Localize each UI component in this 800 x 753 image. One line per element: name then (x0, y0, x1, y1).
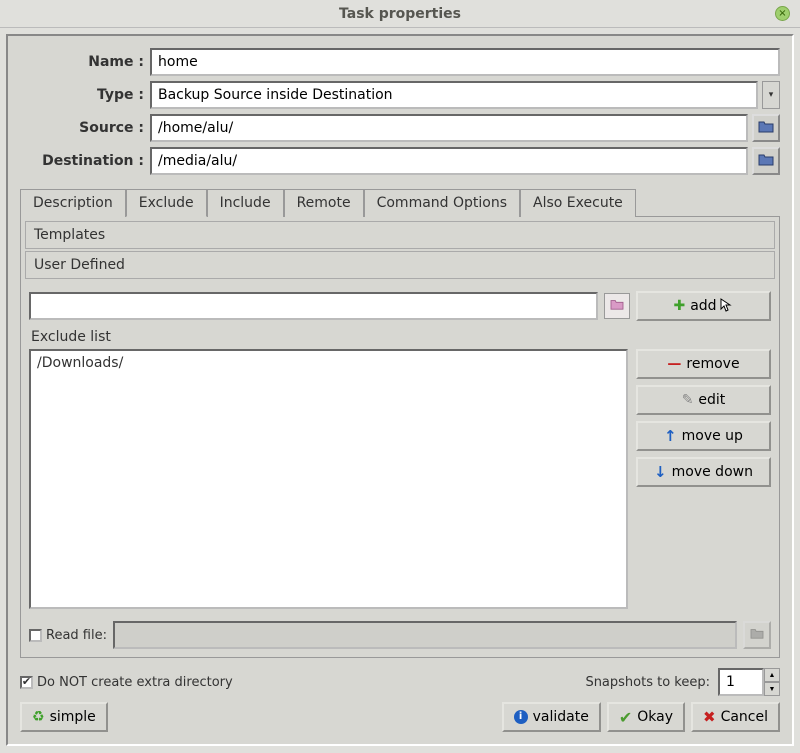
spin-up-icon[interactable]: ▲ (764, 668, 780, 682)
destination-input[interactable] (150, 147, 748, 175)
list-side-buttons: — remove ✎ edit ↑ move up ↓ move down (636, 327, 771, 609)
dialog-footer: ♻ simple i validate ✔ Okay ✖ Cancel (20, 702, 780, 732)
chevron-down-icon[interactable]: ▾ (762, 81, 780, 109)
no-extra-dir-checkbox[interactable]: ✔ Do NOT create extra directory (20, 675, 233, 690)
cursor-icon (720, 298, 732, 316)
remove-button-label: remove (686, 356, 739, 372)
remove-button[interactable]: — remove (636, 349, 771, 379)
tab-command-options[interactable]: Command Options (364, 189, 520, 217)
name-label: Name : (20, 54, 150, 70)
source-label: Source : (20, 120, 150, 136)
tab-exclude[interactable]: Exclude (126, 189, 207, 217)
row-destination: Destination : (20, 147, 780, 175)
spin-down-icon[interactable]: ▼ (764, 682, 780, 696)
tab-remote[interactable]: Remote (284, 189, 364, 217)
cancel-label: Cancel (721, 709, 768, 725)
snapshots-stepper[interactable]: ▲ ▼ (718, 668, 780, 696)
browse-destination-button[interactable] (752, 147, 780, 175)
options-row: ✔ Do NOT create extra directory Snapshot… (20, 668, 780, 696)
move-up-button[interactable]: ↑ move up (636, 421, 771, 451)
add-pattern-row: ✚ add (29, 291, 771, 321)
read-file-checkbox[interactable]: Read file: (29, 628, 107, 643)
user-defined-header[interactable]: User Defined (25, 251, 775, 279)
exclude-listbox[interactable]: /Downloads/ (29, 349, 628, 609)
validate-label: validate (533, 709, 589, 725)
plus-icon: ✚ (673, 298, 685, 314)
tab-strip: Description Exclude Include Remote Comma… (20, 188, 780, 216)
tab-also-execute[interactable]: Also Execute (520, 189, 636, 217)
cancel-button[interactable]: ✖ Cancel (691, 702, 780, 732)
tab-description[interactable]: Description (20, 189, 126, 217)
folder-icon (610, 298, 624, 314)
browse-source-button[interactable] (752, 114, 780, 142)
tab-panel-exclude: Templates User Defined ✚ add Exclude lis… (20, 216, 780, 658)
snapshots-input[interactable] (718, 668, 764, 696)
folder-icon (758, 152, 774, 170)
titlebar: Task properties × (0, 0, 800, 28)
source-input[interactable] (150, 114, 748, 142)
check-icon: ✔ (619, 708, 632, 727)
templates-header[interactable]: Templates (25, 221, 775, 249)
folder-icon (750, 627, 764, 643)
edit-button-label: edit (698, 392, 725, 408)
move-up-label: move up (682, 428, 743, 444)
checkbox-box-icon (29, 629, 42, 642)
snapshots-label: Snapshots to keep: (585, 675, 710, 690)
window-title: Task properties (339, 6, 461, 22)
checkbox-box-icon: ✔ (20, 676, 33, 689)
recycle-icon: ♻ (32, 709, 45, 725)
browse-read-file-button (743, 621, 771, 649)
simple-button[interactable]: ♻ simple (20, 702, 108, 732)
minus-icon: — (667, 356, 681, 372)
dialog-body: Name : Type : ▾ Source : Destination : (6, 34, 794, 746)
edit-button[interactable]: ✎ edit (636, 385, 771, 415)
arrow-down-icon: ↓ (654, 463, 667, 481)
no-extra-dir-label: Do NOT create extra directory (37, 675, 233, 690)
move-down-button[interactable]: ↓ move down (636, 457, 771, 487)
read-file-row: Read file: (29, 621, 771, 649)
tab-include[interactable]: Include (207, 189, 284, 217)
add-button[interactable]: ✚ add (636, 291, 771, 321)
edit-icon: ✎ (682, 392, 694, 408)
folder-icon (758, 119, 774, 137)
browse-pattern-button[interactable] (604, 293, 630, 319)
info-icon: i (514, 710, 528, 724)
add-button-label: add (690, 298, 716, 314)
row-type: Type : ▾ (20, 81, 780, 109)
okay-button[interactable]: ✔ Okay (607, 702, 685, 732)
close-icon[interactable]: × (775, 6, 790, 21)
type-label: Type : (20, 87, 150, 103)
name-input[interactable] (150, 48, 780, 76)
move-down-label: move down (672, 464, 753, 480)
read-file-label: Read file: (46, 628, 107, 643)
validate-button[interactable]: i validate (502, 702, 601, 732)
x-icon: ✖ (703, 708, 716, 726)
row-name: Name : (20, 48, 780, 76)
simple-label: simple (50, 709, 96, 725)
row-source: Source : (20, 114, 780, 142)
read-file-input (113, 621, 737, 649)
destination-label: Destination : (20, 153, 150, 169)
exclude-list-label: Exclude list (29, 327, 628, 349)
exclude-area: Exclude list /Downloads/ — remove ✎ edit… (29, 327, 771, 609)
arrow-up-icon: ↑ (664, 427, 677, 445)
type-select[interactable] (150, 81, 758, 109)
list-item[interactable]: /Downloads/ (37, 355, 620, 371)
add-pattern-input[interactable] (29, 292, 598, 320)
okay-label: Okay (637, 709, 673, 725)
